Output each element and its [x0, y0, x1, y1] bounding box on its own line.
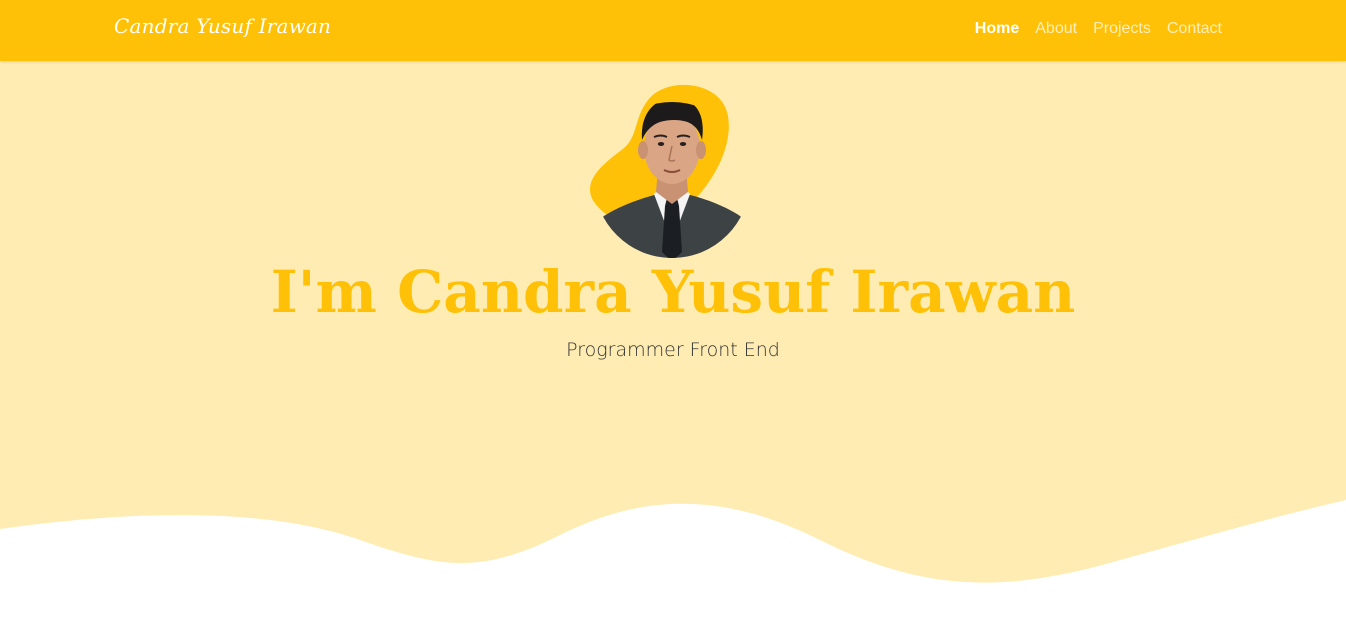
hero-subtitle: Programmer Front End: [566, 339, 780, 361]
navbar-brand[interactable]: Candra Yusuf Irawan: [114, 14, 331, 38]
nav-item-home[interactable]: Home: [975, 20, 1019, 37]
nav-item-projects[interactable]: Projects: [1093, 20, 1151, 37]
page: Candra Yusuf Irawan Home About Projects …: [0, 0, 1346, 641]
profile-avatar: [586, 82, 756, 262]
nav-menu: Home About Projects Contact: [975, 20, 1222, 38]
navbar: Candra Yusuf Irawan Home About Projects …: [0, 0, 1346, 61]
nav-item-contact[interactable]: Contact: [1167, 20, 1222, 37]
hero-title: I'm Candra Yusuf Irawan: [270, 258, 1076, 326]
nav-item-about[interactable]: About: [1035, 20, 1077, 37]
